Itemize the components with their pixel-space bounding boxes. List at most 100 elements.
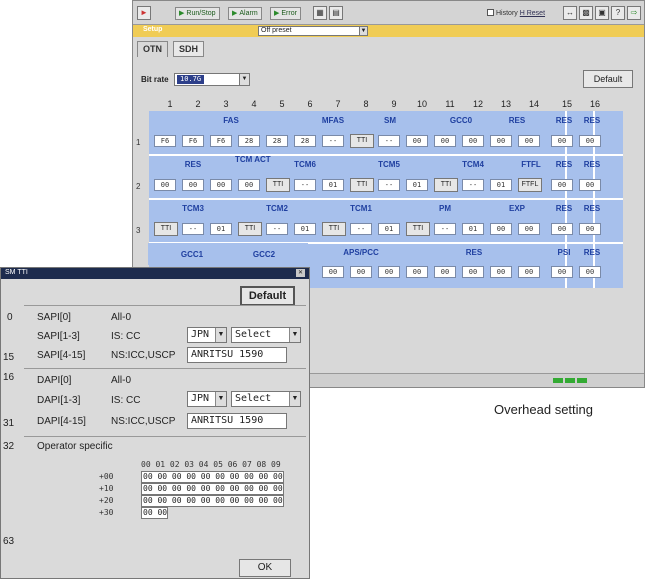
byte-field[interactable]: 01 [406, 179, 428, 191]
hex-field[interactable]: 00 00 00 00 00 00 00 00 00 00 [141, 471, 284, 483]
sapi-code-select[interactable]: Select ▼ [231, 327, 301, 343]
hex-row: +30 00 00 [99, 507, 299, 519]
byte-field[interactable]: -- [350, 223, 372, 235]
byte-field[interactable]: -- [378, 179, 400, 191]
byte-field[interactable]: 00 [490, 223, 512, 235]
tti-button[interactable]: TTI [350, 134, 374, 148]
byte-field[interactable]: 00 [406, 266, 428, 278]
byte-field[interactable]: 00 [350, 266, 372, 278]
byte-field[interactable]: 01 [322, 179, 344, 191]
dapi-code-select[interactable]: Select ▼ [231, 391, 301, 407]
alarm-button[interactable]: ▶ Alarm [228, 7, 262, 20]
byte-field[interactable]: 00 [406, 135, 428, 147]
status-led [577, 378, 587, 383]
tti-button[interactable]: TTI [266, 178, 290, 192]
default-button[interactable]: Default [583, 70, 633, 88]
byte-field[interactable]: 28 [238, 135, 260, 147]
byte-field[interactable]: F6 [154, 135, 176, 147]
dialog-default-button[interactable]: Default [240, 286, 295, 306]
column-number: 9 [391, 99, 397, 109]
column-header: 1 2 3 4 5 6 7 8 9 10 11 12 13 14 15 16 [133, 99, 644, 111]
dapi-text-field[interactable]: ANRITSU 1590 [187, 413, 287, 429]
tti-button[interactable]: TTI [322, 222, 346, 236]
byte-field[interactable]: 00 [182, 179, 204, 191]
tti-button[interactable]: TTI [238, 222, 262, 236]
byte-field[interactable]: 01 [294, 223, 316, 235]
byte-field[interactable]: 00 [378, 266, 400, 278]
bitrate-select[interactable]: 10.7G ▼ [174, 73, 250, 86]
byte-field[interactable]: 00 [551, 223, 573, 235]
column-number: 1 [167, 99, 173, 109]
byte-field[interactable]: 00 [579, 179, 601, 191]
chart-view-icon[interactable]: ▤ [329, 6, 343, 20]
dapi-country-select[interactable]: JPN ▼ [187, 391, 227, 407]
byte-field[interactable]: 00 [579, 266, 601, 278]
close-icon[interactable]: ✕ [296, 269, 305, 277]
byte-field[interactable]: 00 [238, 179, 260, 191]
operator-start-byte: 32 [3, 441, 15, 452]
byte-field[interactable]: 00 [322, 266, 344, 278]
byte-field[interactable]: 28 [294, 135, 316, 147]
byte-field[interactable]: 00 [551, 266, 573, 278]
byte-field[interactable]: 01 [210, 223, 232, 235]
byte-field[interactable]: 00 [210, 179, 232, 191]
byte-field[interactable]: 00 [154, 179, 176, 191]
tti-button[interactable]: TTI [406, 222, 430, 236]
byte-field[interactable]: -- [182, 223, 204, 235]
byte-field[interactable]: 00 [462, 135, 484, 147]
byte-field[interactable]: 00 [490, 266, 512, 278]
toolbar: ► ▶ Run/Stop ▶ Alarm ▶ Error ▦ ▤ History H … [133, 1, 644, 25]
byte-field[interactable]: 00 [579, 223, 601, 235]
tti-button[interactable]: TTI [154, 222, 178, 236]
tti-button[interactable]: FTFL [518, 178, 542, 192]
byte-field[interactable]: 00 [490, 135, 512, 147]
exit-icon[interactable]: ⇨ [627, 6, 641, 20]
hex-field[interactable]: 00 00 00 00 00 00 00 00 00 00 [141, 495, 284, 507]
sapi-text-field[interactable]: ANRITSU 1590 [187, 347, 287, 363]
byte-field[interactable]: 00 [518, 223, 540, 235]
error-button[interactable]: ▶ Error [270, 7, 301, 20]
byte-field[interactable]: -- [378, 135, 400, 147]
byte-field[interactable]: -- [294, 179, 316, 191]
hex-field[interactable]: 00 00 00 00 00 00 00 00 00 00 [141, 483, 284, 495]
help-icon[interactable]: ? [611, 6, 625, 20]
history-checkbox[interactable]: History H Reset [487, 9, 545, 17]
hex-row-label: +00 [99, 472, 114, 481]
sapi1-value: IS: CC [111, 331, 141, 342]
byte-field[interactable]: -- [322, 135, 344, 147]
save-icon[interactable]: ▣ [595, 6, 609, 20]
byte-field[interactable]: 28 [266, 135, 288, 147]
ok-button[interactable]: OK [239, 559, 291, 577]
sapi2-value: NS:ICC,USCP [111, 350, 176, 361]
byte-field[interactable]: 00 [434, 135, 456, 147]
byte-field[interactable]: 00 [551, 135, 573, 147]
history-reset-link[interactable]: H Reset [520, 10, 545, 17]
byte-field[interactable]: 00 [462, 266, 484, 278]
byte-field[interactable]: -- [434, 223, 456, 235]
tti-button[interactable]: TTI [350, 178, 374, 192]
error-label: Error [281, 10, 297, 17]
byte-field[interactable]: 00 [579, 135, 601, 147]
byte-field[interactable]: F6 [210, 135, 232, 147]
byte-field[interactable]: 00 [518, 135, 540, 147]
preset-select[interactable]: Off preset ▼ [258, 26, 368, 36]
byte-field[interactable]: 00 [551, 179, 573, 191]
print-icon[interactable]: ▩ [579, 6, 593, 20]
hex-field[interactable]: 00 00 [141, 507, 169, 519]
run-stop-button[interactable]: ▶ Run/Stop [175, 7, 220, 20]
byte-field[interactable]: F6 [182, 135, 204, 147]
sapi-country-select[interactable]: JPN ▼ [187, 327, 227, 343]
tti-button[interactable]: TTI [434, 178, 458, 192]
byte-field[interactable]: -- [266, 223, 288, 235]
byte-field[interactable]: -- [462, 179, 484, 191]
byte-field[interactable]: 01 [462, 223, 484, 235]
hex-column-header: 00 01 02 03 04 05 06 07 08 09 [141, 460, 281, 469]
byte-field[interactable]: 00 [434, 266, 456, 278]
link-icon[interactable]: ↔ [563, 6, 577, 20]
byte-field[interactable]: 00 [518, 266, 540, 278]
tab-otn[interactable]: OTN [137, 41, 168, 57]
grid-view-icon[interactable]: ▦ [313, 6, 327, 20]
byte-field[interactable]: 01 [490, 179, 512, 191]
tab-sdh[interactable]: SDH [173, 41, 205, 57]
byte-field[interactable]: 01 [378, 223, 400, 235]
